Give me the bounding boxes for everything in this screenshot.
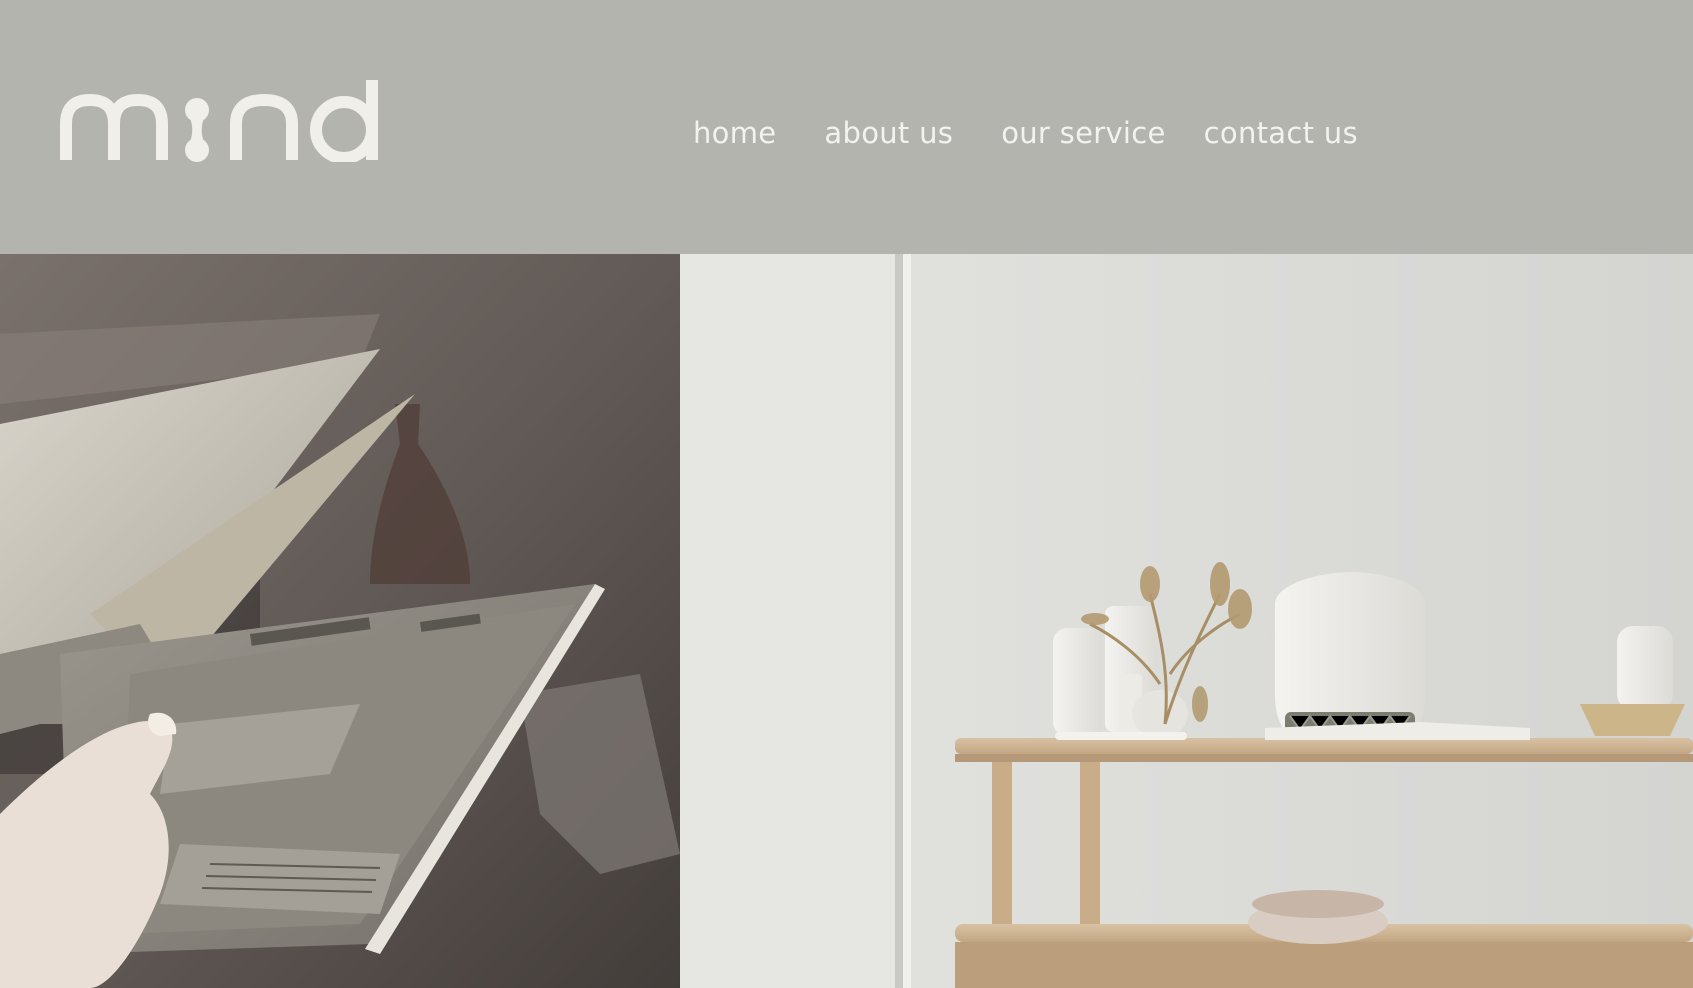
magazine-illustration — [0, 254, 680, 988]
site-header: mind — [0, 0, 1693, 254]
nav-about-us-link[interactable]: about us — [824, 116, 953, 150]
shelf-illustration — [680, 254, 1693, 988]
shelf-vases-photo — [680, 254, 1693, 988]
mind-logo[interactable]: mind — [60, 80, 386, 162]
mind-wordmark-icon — [60, 80, 378, 162]
nav-contact-us-link[interactable]: contact us — [1204, 116, 1358, 150]
magazine-photo — [0, 254, 680, 988]
page: mind — [0, 0, 1693, 988]
main-nav: home about us our service contact us — [693, 108, 1358, 158]
nav-our-service-link[interactable]: our service — [1001, 116, 1165, 150]
nav-home-link[interactable]: home — [693, 116, 776, 150]
